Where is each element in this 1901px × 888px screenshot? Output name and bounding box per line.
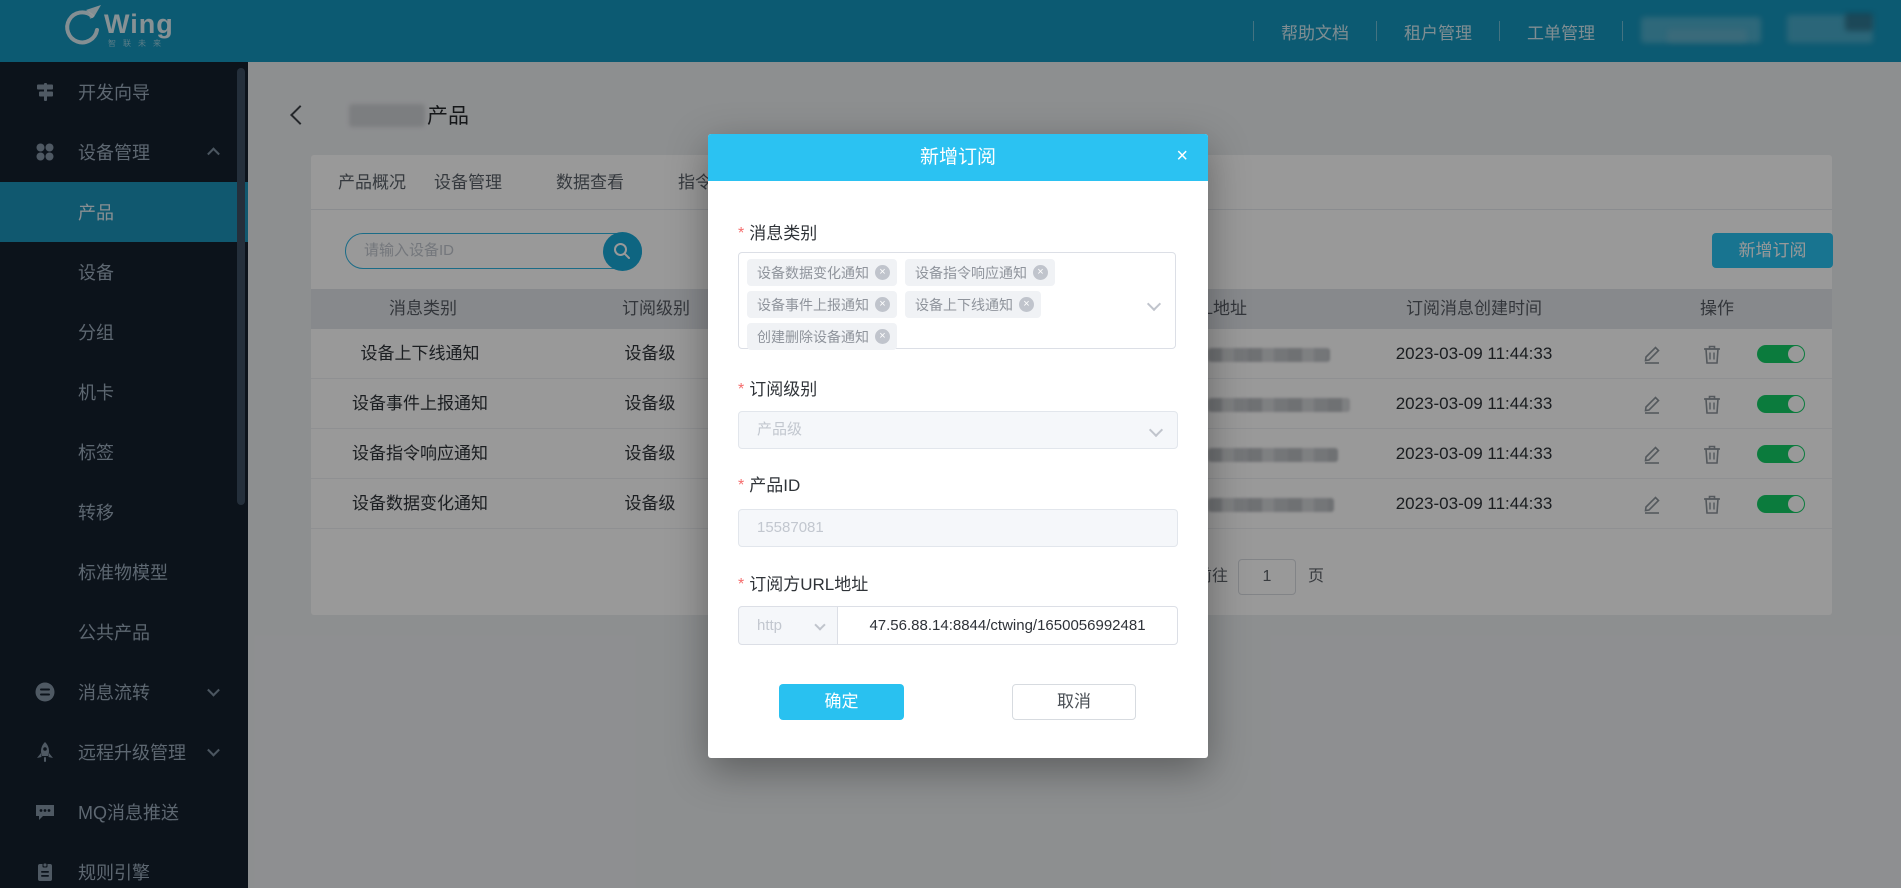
message-category-multiselect[interactable]: 设备数据变化通知× 设备指令响应通知× 设备事件上报通知× 设备上下线通知× 创… <box>738 252 1176 349</box>
selected-tag: 创建删除设备通知× <box>747 323 897 350</box>
product-id-input[interactable]: 15587081 <box>738 509 1178 547</box>
chevron-down-icon <box>814 619 825 630</box>
selected-tag: 设备上下线通知× <box>905 291 1041 318</box>
tag-remove-icon[interactable]: × <box>875 297 890 312</box>
field-label-product-id: *产品ID <box>738 474 800 498</box>
confirm-button[interactable]: 确定 <box>779 684 904 720</box>
required-asterisk: * <box>738 576 744 593</box>
close-icon[interactable]: × <box>1176 134 1188 179</box>
subscription-level-select[interactable]: 产品级 <box>738 411 1178 449</box>
cancel-button[interactable]: 取消 <box>1012 684 1136 720</box>
tag-remove-icon[interactable]: × <box>1019 297 1034 312</box>
tag-remove-icon[interactable]: × <box>875 265 890 280</box>
required-asterisk: * <box>738 477 744 494</box>
modal-header: 新增订阅 × <box>708 134 1208 181</box>
protocol-select[interactable]: http <box>738 606 838 645</box>
chevron-down-icon <box>1149 423 1163 437</box>
selected-tag: 设备指令响应通知× <box>905 259 1055 286</box>
selected-tag: 设备事件上报通知× <box>747 291 897 318</box>
tag-remove-icon[interactable]: × <box>1033 265 1048 280</box>
tag-remove-icon[interactable]: × <box>875 329 890 344</box>
field-label-message-category: *消息类别 <box>738 222 817 246</box>
required-asterisk: * <box>738 225 744 242</box>
field-label-subscriber-url: *订阅方URL地址 <box>738 573 868 597</box>
field-label-subscription-level: *订阅级别 <box>738 378 817 402</box>
selected-tag: 设备数据变化通知× <box>747 259 897 286</box>
app-root: Wing 智联未来 帮助文档 租户管理 工单管理 开发向导 <box>0 0 1901 888</box>
modal-title: 新增订阅 <box>708 134 1208 181</box>
chevron-down-icon <box>1147 297 1161 311</box>
add-subscription-modal: 新增订阅 × *消息类别 设备数据变化通知× 设备指令响应通知× 设备事件上报通… <box>708 134 1208 758</box>
subscriber-url-input[interactable]: 47.56.88.14:8844/ctwing/1650056992481 <box>837 606 1178 645</box>
required-asterisk: * <box>738 381 744 398</box>
